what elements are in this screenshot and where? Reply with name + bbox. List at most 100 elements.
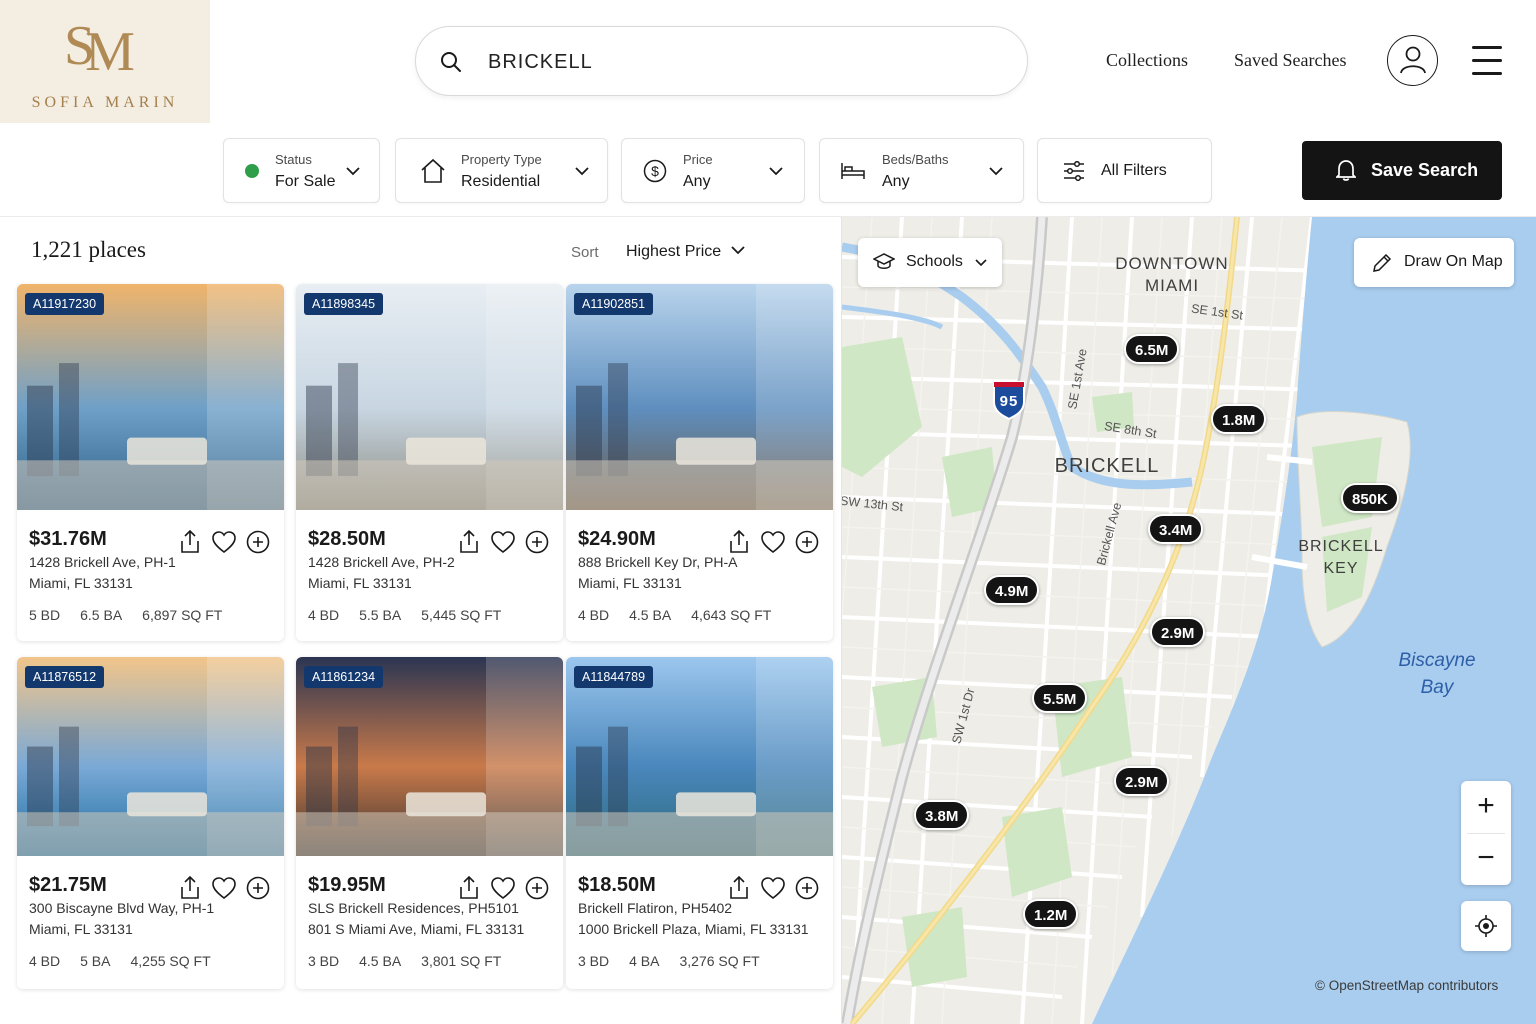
draw-on-map-button[interactable]: Draw On Map: [1354, 238, 1514, 287]
heart-icon[interactable]: [210, 874, 238, 902]
listing-card[interactable]: A11902851 $24.90M 888 Brickell Key Dr, PH-…: [566, 284, 833, 641]
add-icon[interactable]: [244, 528, 272, 556]
user-icon: [1400, 46, 1426, 74]
brand-name: SOFIA MARIN: [31, 94, 179, 111]
chevron-down-icon[interactable]: [731, 245, 745, 255]
listing-price: $18.50M: [578, 874, 656, 896]
price-pin[interactable]: 5.5M: [1032, 683, 1088, 713]
price-pin[interactable]: 6.5M: [1124, 334, 1180, 364]
map-attribution[interactable]: © OpenStreetMap contributors: [1315, 978, 1498, 993]
map-label-brickell-key: BRICKELL KEY: [1298, 538, 1384, 577]
add-icon[interactable]: [523, 874, 551, 902]
account-button[interactable]: [1387, 35, 1438, 86]
search-input[interactable]: [488, 45, 988, 79]
filter-all[interactable]: All Filters: [1037, 138, 1212, 203]
hamburger-icon: [1472, 46, 1502, 49]
filter-price[interactable]: $ Price Any: [621, 138, 805, 203]
listing-beds: 3 BD: [308, 953, 340, 969]
map-view[interactable]: 95 DOWNTOWN MIAMI BRICKELL BRICKELL KEY …: [841, 217, 1536, 1024]
logo-monogram-s: S: [64, 15, 95, 77]
heart-icon[interactable]: [210, 528, 238, 556]
price-pin[interactable]: 3.8M: [914, 800, 970, 830]
listing-sqft: 3,801 SQ FT: [421, 953, 502, 969]
listing-card[interactable]: A11861234 $19.95M SLS Brickell Residences,…: [296, 657, 563, 989]
listing-address-line2: 801 S Miami Ave, Miami, FL 33131: [308, 921, 525, 937]
menu-button[interactable]: [1472, 45, 1504, 75]
save-search-button[interactable]: Save Search: [1302, 141, 1502, 200]
add-icon[interactable]: [244, 874, 272, 902]
listing-stats: 3 BD 4 BA 3,276 SQ FT: [578, 953, 780, 969]
draw-on-map-label: Draw On Map: [1404, 253, 1503, 270]
filter-beds-baths[interactable]: Beds/Baths Any: [819, 138, 1024, 203]
listing-address: 888 Brickell Key Dr, PH-A Miami, FL 33131: [578, 552, 738, 594]
listing-sqft: 5,445 SQ FT: [421, 607, 502, 623]
listing-address-line2: 1000 Brickell Plaza, Miami, FL 33131: [578, 921, 809, 937]
chevron-down-icon: [575, 167, 589, 176]
price-pin[interactable]: 2.9M: [1150, 617, 1206, 647]
nav-saved-searches[interactable]: Saved Searches: [1234, 50, 1346, 71]
minus-icon: −: [1477, 841, 1495, 874]
zoom-out-button[interactable]: −: [1461, 833, 1511, 885]
listing-price: $19.95M: [308, 874, 386, 896]
nav-collections[interactable]: Collections: [1106, 50, 1188, 71]
price-pin[interactable]: 2.9M: [1114, 766, 1170, 796]
price-pin[interactable]: 850K: [1341, 483, 1399, 513]
listing-address-line1: Brickell Flatiron, PH5402: [578, 900, 733, 916]
search-bar[interactable]: [415, 26, 1028, 96]
brand-logo[interactable]: SM SOFIA MARIN: [0, 0, 210, 123]
filter-property-type[interactable]: Property Type Residential: [395, 138, 608, 203]
heart-icon[interactable]: [759, 528, 787, 556]
listing-address: 300 Biscayne Blvd Way, PH-1 Miami, FL 331…: [29, 898, 214, 940]
listing-photo[interactable]: A11861234: [296, 657, 563, 856]
price-pin[interactable]: 4.9M: [984, 575, 1040, 605]
listing-address-line2: Miami, FL 33131: [29, 575, 133, 591]
add-icon[interactable]: [523, 528, 551, 556]
filter-beds-baths-label: Beds/Baths: [882, 152, 949, 167]
sort-select[interactable]: Highest Price: [626, 243, 721, 261]
chevron-down-icon: [769, 167, 783, 176]
listing-price: $31.76M: [29, 528, 107, 550]
mls-badge: A11898345: [304, 293, 384, 315]
listing-photo[interactable]: A11902851: [566, 284, 833, 510]
listing-photo[interactable]: A11898345: [296, 284, 563, 510]
price-pin[interactable]: 1.8M: [1211, 404, 1267, 434]
add-icon[interactable]: [793, 528, 821, 556]
sliders-icon: [1064, 161, 1084, 181]
schools-toggle[interactable]: Schools: [858, 238, 1002, 287]
dollar-icon: $: [643, 159, 667, 183]
listing-price: $24.90M: [578, 528, 656, 550]
listing-address-line1: 300 Biscayne Blvd Way, PH-1: [29, 900, 215, 916]
listing-stats: 4 BD 5 BA 4,255 SQ FT: [29, 953, 231, 969]
home-icon: [421, 158, 445, 183]
hamburger-icon-line: [1472, 72, 1502, 75]
listing-stats: 4 BD 5.5 BA 5,445 SQ FT: [308, 607, 521, 623]
listing-card[interactable]: A11917230 $31.76M 1428 Brickell Ave, PH-1 M…: [17, 284, 284, 641]
share-icon[interactable]: [455, 528, 483, 556]
listing-card[interactable]: A11898345 $28.50M 1428 Brickell Ave, PH-2 M…: [296, 284, 563, 641]
filter-price-value: Any: [683, 173, 711, 190]
filter-all-label: All Filters: [1101, 162, 1167, 179]
listing-photo[interactable]: A11844789: [566, 657, 833, 856]
map-label-downtown: DOWNTOWN MIAMI: [1115, 254, 1229, 295]
listing-actions: [725, 528, 821, 556]
save-search-label: Save Search: [1371, 160, 1479, 180]
listing-photo[interactable]: A11876512: [17, 657, 284, 856]
listing-card[interactable]: A11876512 $21.75M 300 Biscayne Blvd Way, P…: [17, 657, 284, 989]
filter-beds-baths-value: Any: [882, 173, 910, 190]
filter-status[interactable]: Status For Sale: [223, 138, 380, 203]
locate-me-button[interactable]: [1461, 901, 1511, 951]
sort-label: Sort: [571, 244, 599, 261]
listing-photo[interactable]: A11917230: [17, 284, 284, 510]
zoom-in-button[interactable]: +: [1461, 781, 1511, 833]
share-icon[interactable]: [176, 528, 204, 556]
listing-baths: 5.5 BA: [359, 607, 402, 623]
listing-price: $21.75M: [29, 874, 107, 896]
listing-card[interactable]: A11844789 $18.50M Brickell Flatiron, PH540…: [566, 657, 833, 989]
plus-icon: +: [1477, 789, 1495, 822]
listing-baths: 6.5 BA: [80, 607, 123, 623]
price-pin[interactable]: 3.4M: [1148, 514, 1204, 544]
listing-sqft: 4,255 SQ FT: [130, 953, 211, 969]
price-pin[interactable]: 1.2M: [1023, 899, 1079, 929]
heart-icon[interactable]: [489, 528, 517, 556]
listing-address-line1: 1428 Brickell Ave, PH-2: [308, 554, 455, 570]
